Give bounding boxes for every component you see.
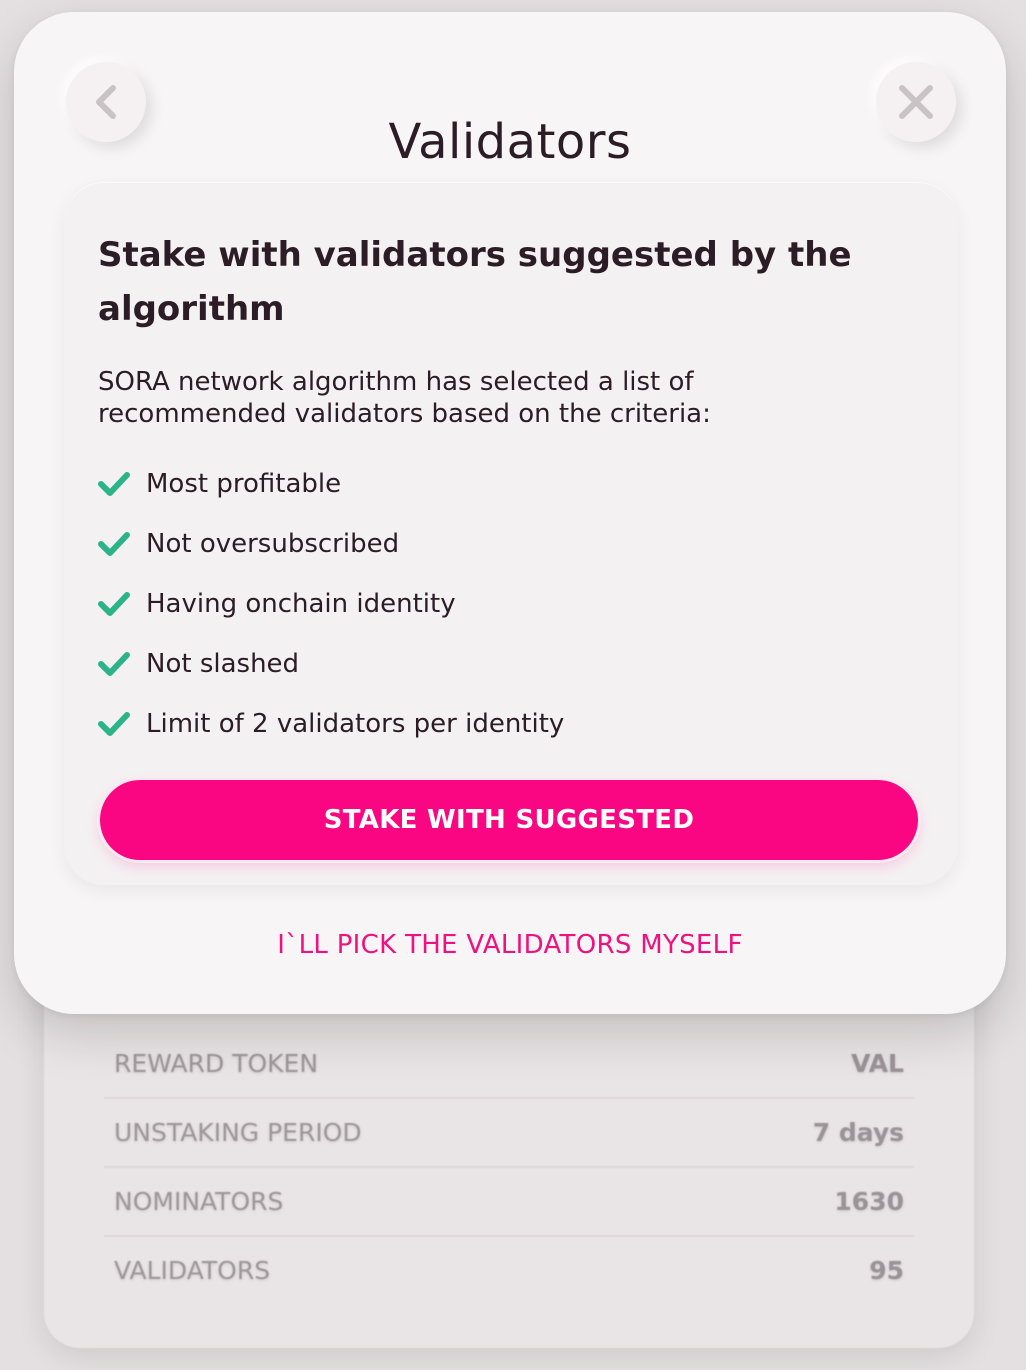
validators-modal: Validators Stake with validators suggest…	[14, 12, 1006, 1014]
info-row-unstaking-period: UNSTAKING PERIOD 7 days	[104, 1099, 914, 1168]
suggested-validators-card: Stake with validators suggested by the a…	[64, 182, 958, 885]
modal-title: Validators	[388, 114, 632, 171]
criteria-label: Most profitable	[146, 469, 342, 499]
criteria-item: Most profitable	[96, 454, 564, 514]
info-value: VAL	[851, 1049, 904, 1078]
criteria-item: Not slashed	[96, 634, 564, 694]
stake-with-suggested-button[interactable]: STAKE WITH SUGGESTED	[100, 780, 918, 860]
info-label: VALIDATORS	[114, 1256, 271, 1285]
checkmark-icon	[96, 646, 132, 682]
info-value: 7 days	[812, 1118, 904, 1147]
card-description: SORA network algorithm has selected a li…	[98, 367, 711, 429]
info-row-reward-token: REWARD TOKEN VAL	[104, 1030, 914, 1099]
criteria-item: Limit of 2 validators per identity	[96, 694, 564, 754]
info-value: 95	[869, 1256, 904, 1285]
checkmark-icon	[96, 586, 132, 622]
info-label: REWARD TOKEN	[114, 1049, 319, 1078]
criteria-label: Not oversubscribed	[146, 529, 400, 559]
criteria-label: Having onchain identity	[146, 589, 456, 619]
staking-info-list: REWARD TOKEN VAL UNSTAKING PERIOD 7 days…	[104, 1030, 914, 1304]
checkmark-icon	[96, 466, 132, 502]
card-heading: Stake with validators suggested by the a…	[98, 235, 852, 329]
info-label: NOMINATORS	[114, 1187, 284, 1216]
pick-validators-myself-link[interactable]: I`LL PICK THE VALIDATORS MYSELF	[14, 930, 1006, 960]
checkmark-icon	[96, 526, 132, 562]
criteria-label: Limit of 2 validators per identity	[146, 709, 565, 739]
info-row-nominators: NOMINATORS 1630	[104, 1168, 914, 1237]
checkmark-icon	[96, 706, 132, 742]
info-row-validators: VALIDATORS 95	[104, 1237, 914, 1304]
criteria-list: Most profitable Not oversubscribed Havin…	[96, 454, 564, 754]
close-button[interactable]	[876, 62, 956, 142]
info-label: UNSTAKING PERIOD	[114, 1118, 362, 1147]
criteria-label: Not slashed	[146, 649, 300, 679]
criteria-item: Not oversubscribed	[96, 514, 564, 574]
info-value: 1630	[834, 1187, 904, 1216]
criteria-item: Having onchain identity	[96, 574, 564, 634]
close-icon	[899, 85, 933, 119]
